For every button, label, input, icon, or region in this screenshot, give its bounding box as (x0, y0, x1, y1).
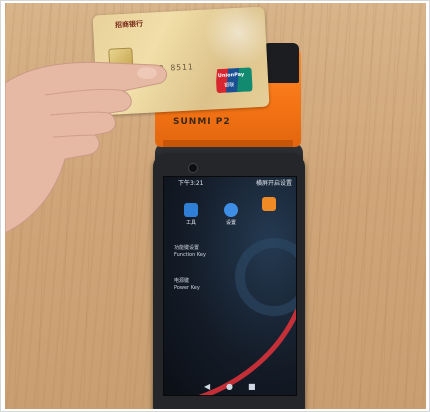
photo-background: 下午3:21 横屏开启设置 工具 设置 功能键设置 Function Key 电… (5, 3, 426, 409)
hand (5, 61, 168, 234)
